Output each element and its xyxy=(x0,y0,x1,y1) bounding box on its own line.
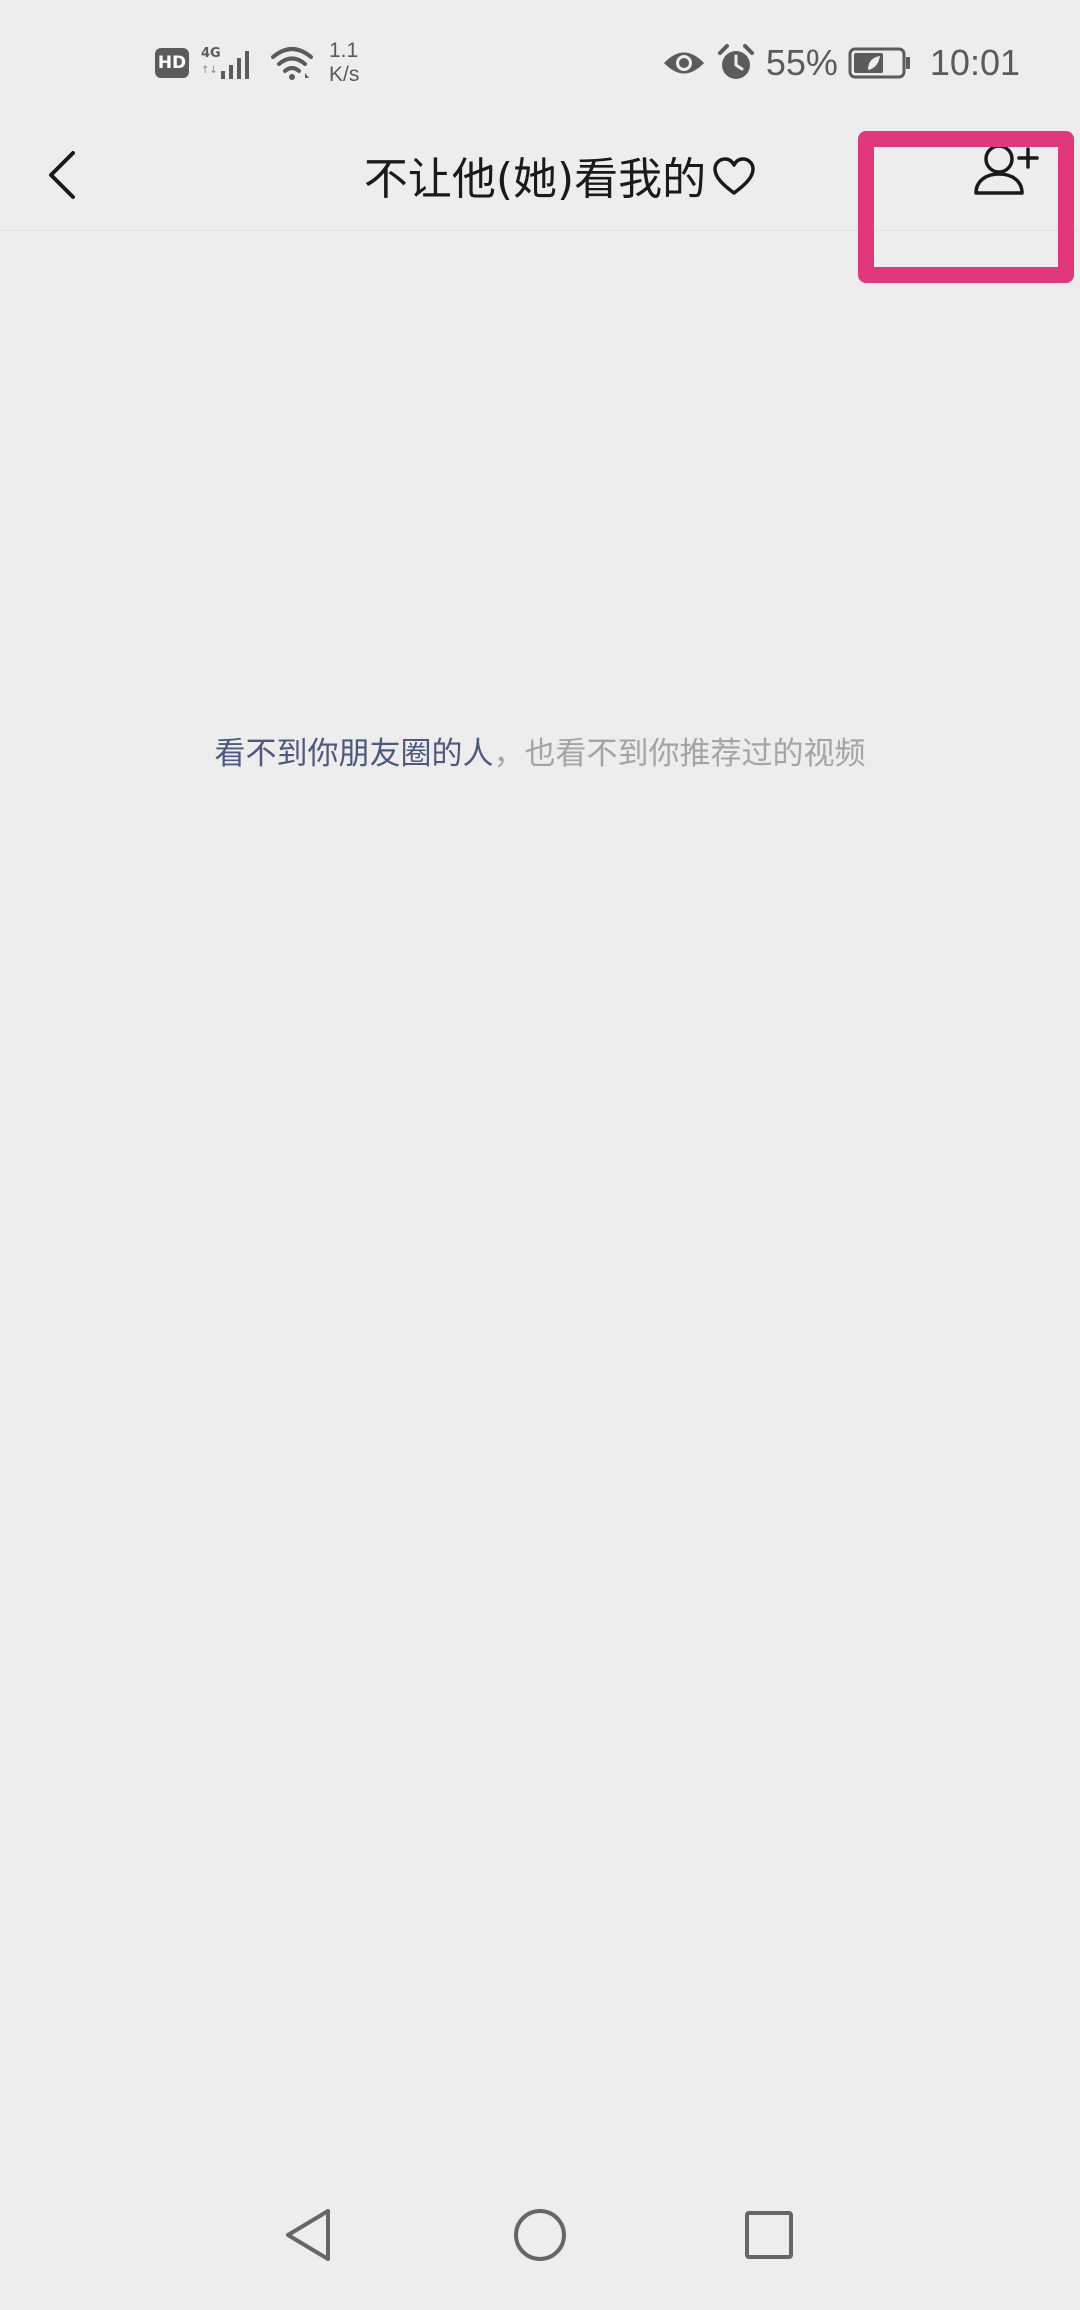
network-speed: 1.1 K/s xyxy=(329,39,359,87)
status-bar-left: HD 4G ↑↓ 1.1 K/s xyxy=(155,36,359,90)
nav-recent-icon xyxy=(745,2211,793,2259)
svg-text:↑↓: ↑↓ xyxy=(201,65,218,76)
screen: HD 4G ↑↓ 1.1 K/s 55% 10:01 不让他(她)看我的 看不到… xyxy=(0,0,1080,2310)
empty-state-strong-text: 看不到你朋友圈的人 xyxy=(214,736,494,772)
network-speed-value: 1.1 xyxy=(329,39,359,62)
add-person-icon xyxy=(974,144,1039,195)
nav-back-icon xyxy=(286,2209,330,2261)
eye-icon xyxy=(663,52,704,74)
nav-home-icon xyxy=(514,2209,566,2261)
status-bar: HD 4G ↑↓ 1.1 K/s 55% 10:01 xyxy=(0,0,1080,120)
highlight-box xyxy=(858,131,1074,283)
empty-state-rest-text: ，也看不到你推荐过的视频 xyxy=(493,736,866,772)
status-bar-right: 55% 10:01 xyxy=(662,36,1020,90)
nav-recent-button[interactable] xyxy=(719,2185,819,2285)
nav-back-button[interactable] xyxy=(258,2185,358,2285)
status-time: 10:01 xyxy=(929,42,1020,83)
battery-icon xyxy=(848,47,910,79)
alarm-icon xyxy=(717,44,754,79)
hd-badge: HD xyxy=(155,48,189,78)
network-speed-unit: K/s xyxy=(329,63,360,86)
signal-icon: 4G ↑↓ xyxy=(201,46,249,79)
add-friend-button[interactable] xyxy=(858,131,1074,283)
page-title-text: 不让他(她)看我的 xyxy=(363,154,707,205)
nav-bar xyxy=(0,2160,1080,2310)
wifi-icon xyxy=(271,47,313,80)
nav-home-button[interactable] xyxy=(490,2185,590,2285)
network-type-label: 4G xyxy=(201,46,221,61)
battery-percent: 55% xyxy=(765,42,838,83)
empty-state-hint: 看不到你朋友圈的人，也看不到你推荐过的视频 xyxy=(0,728,1080,773)
heart-outline-icon xyxy=(713,157,755,195)
